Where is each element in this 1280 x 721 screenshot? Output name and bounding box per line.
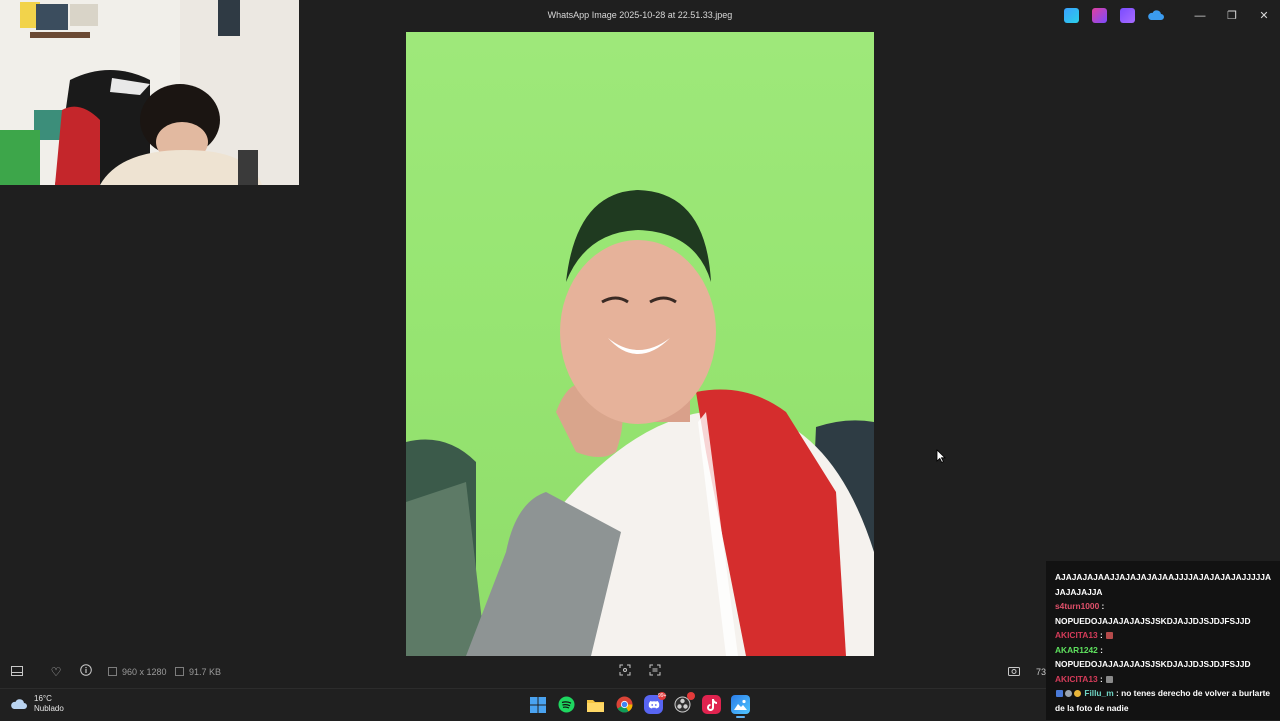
taskbar-apps: 99+ — [528, 692, 750, 718]
chat-message: AKICITA13 : — [1055, 672, 1274, 687]
favorite-icon[interactable]: ♡ — [48, 664, 64, 680]
minimize-button[interactable]: — — [1190, 8, 1210, 24]
clipchamp-icon[interactable] — [1120, 8, 1135, 23]
emote-icon — [1106, 675, 1114, 683]
start-icon[interactable] — [528, 695, 547, 714]
filmstrip-icon[interactable] — [9, 664, 25, 680]
cloud-icon — [11, 699, 27, 709]
badge-icon — [1074, 690, 1081, 697]
file-size-icon — [175, 667, 184, 676]
chat-username: AKAR1242 — [1055, 644, 1098, 655]
compare-icon[interactable] — [647, 664, 663, 680]
chat-message: Fillu_m : no tenes derecho de volver a b… — [1055, 688, 1271, 713]
spotify-icon[interactable] — [557, 695, 576, 714]
zoom-level[interactable]: 73 — [1036, 667, 1046, 677]
weather-widget[interactable]: 16°C Nublado — [10, 694, 64, 714]
emote-icon — [1106, 632, 1114, 639]
chat-message: AKICITA13 : — [1055, 628, 1274, 643]
onedrive-icon[interactable] — [1148, 8, 1164, 23]
badge-icon — [1056, 690, 1063, 697]
file-size-info: 91.7 KB — [175, 667, 221, 677]
weather-condition: Nublado — [34, 704, 64, 713]
edit-icon[interactable] — [1064, 8, 1079, 23]
chat-username: AKICITA13 — [1055, 673, 1098, 684]
file-explorer-icon[interactable] — [586, 695, 605, 714]
chat-message: AJAJAJAJAAJJAJAJAJAJAAJJJJAJAJAJAJAJJJJJ… — [1055, 570, 1274, 599]
discord-icon[interactable]: 99+ — [644, 692, 667, 714]
chat-username: s4turn1000 — [1055, 601, 1100, 611]
chrome-icon[interactable] — [615, 695, 634, 714]
tiktok-icon[interactable] — [702, 695, 721, 714]
chat-message-text: NOPUEDOJAJAJAJAJSJSKDJAJJDJSJDJFSJJD — [1055, 659, 1251, 669]
designer-icon[interactable] — [1092, 8, 1107, 23]
resolution-info: 960 x 1280 — [108, 667, 167, 677]
maximize-button[interactable]: ❐ — [1222, 8, 1242, 24]
close-button[interactable]: ✕ — [1254, 8, 1274, 24]
webcam-overlay — [0, 0, 299, 185]
resolution-text: 960 x 1280 — [122, 667, 167, 677]
chat-message: AKAR1242 : NOPUEDOJAJAJAJAJSJSKDJAJJDJSJ… — [1055, 644, 1251, 670]
chat-message-text: AJAJAJAJAAJJAJAJAJAJAAJJJJAJAJAJAJAJJJJJ… — [1055, 572, 1271, 597]
photo-viewer-image[interactable] — [406, 32, 874, 656]
webcam-scene — [0, 0, 299, 185]
badge-icon — [1065, 690, 1072, 697]
chat-username: Fillu_m — [1084, 688, 1114, 698]
obs-recording-dot — [687, 692, 695, 700]
resolution-icon — [108, 667, 117, 676]
obs-icon[interactable] — [673, 692, 695, 714]
chat-message-text: NOPUEDOJAJAJAJAJSJSKDJAJJDJSJDJFSJJD — [1055, 615, 1251, 626]
info-icon[interactable] — [78, 664, 94, 680]
chat-username: AKICITA13 — [1055, 630, 1098, 640]
screenshot-icon[interactable] — [1006, 664, 1022, 680]
weather-temperature: 16°C — [34, 694, 52, 703]
file-size-text: 91.7 KB — [189, 667, 222, 677]
photos-icon[interactable] — [731, 695, 750, 718]
photo-content — [406, 190, 874, 656]
stream-chat-overlay: AJAJAJAJAAJJAJAJAJAJAAJJJJAJAJAJAJAJJJJJ… — [1046, 561, 1280, 720]
toolbar-icons — [1064, 8, 1164, 23]
discord-badge: 99+ — [658, 692, 667, 700]
mouse-cursor-icon — [936, 449, 946, 463]
fit-icon[interactable] — [617, 664, 633, 680]
chat-message: s4turn1000 : NOPUEDOJAJAJAJAJSJSKDJAJJDJ… — [1055, 601, 1251, 626]
